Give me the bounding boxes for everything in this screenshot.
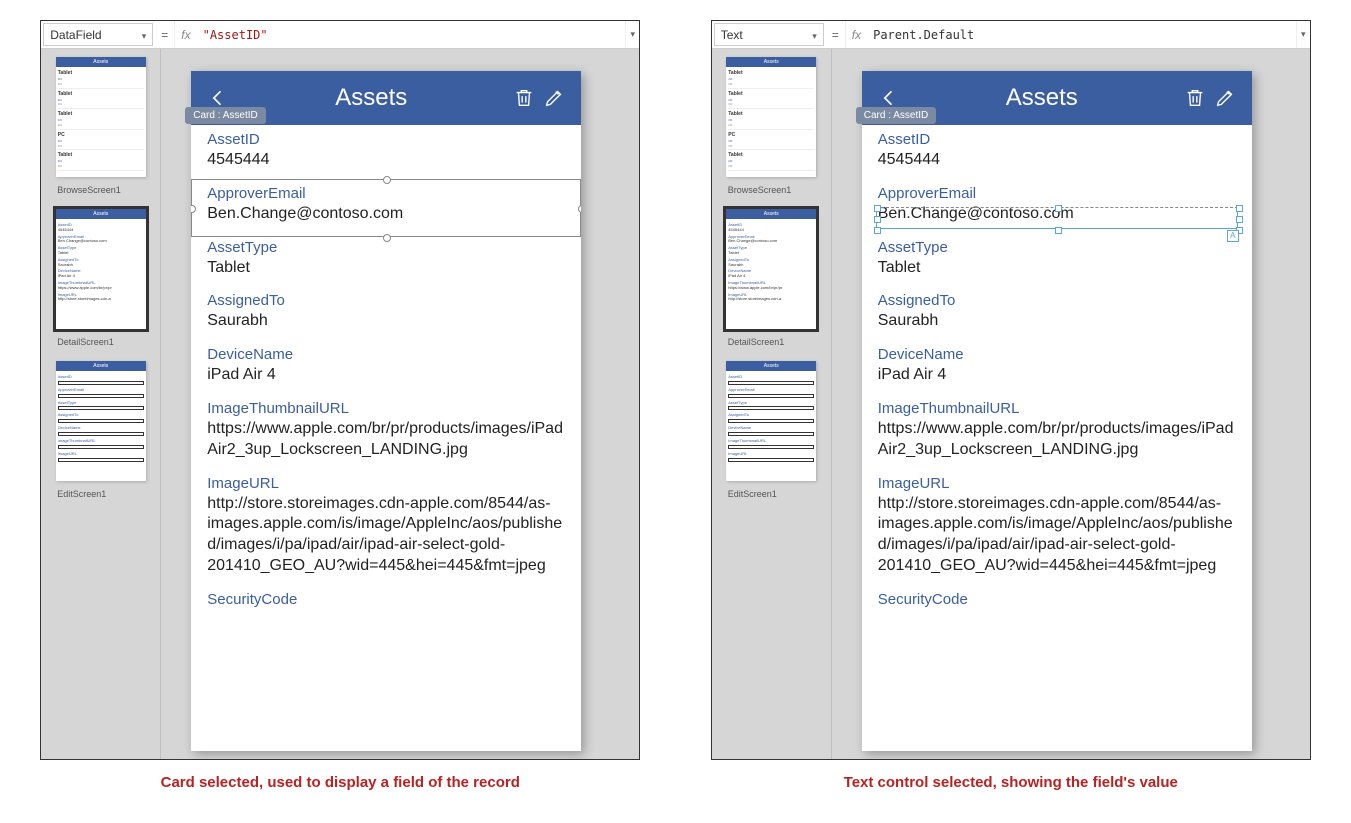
- field-value: Tablet: [878, 258, 1236, 279]
- field-label: ImageThumbnailURL: [207, 400, 565, 419]
- field-label: SecurityCode: [207, 591, 565, 610]
- field-label: AssetType: [878, 239, 1236, 258]
- field-card-SecurityCode[interactable]: SecurityCode: [862, 585, 1252, 618]
- phone-screen: Assets AssetID 4545444 ApproverEmail Ben…: [862, 71, 1252, 751]
- field-value: Saurabh: [207, 311, 565, 332]
- field-value: 4545444: [207, 150, 565, 171]
- selection-tag: Card : AssetID: [185, 107, 265, 124]
- field-label: DeviceName: [207, 346, 565, 365]
- formula-input[interactable]: Parent.Default: [867, 21, 1296, 48]
- field-card-AssetID[interactable]: AssetID 4545444: [862, 125, 1252, 179]
- edit-icon[interactable]: [1210, 87, 1240, 109]
- field-label: ImageURL: [878, 475, 1236, 494]
- thumb-EditScreen1[interactable]: Assets AssetIDApproverEmailAssetTypeAssi…: [56, 361, 146, 481]
- field-value: https://www.apple.com/br/pr/products/ima…: [207, 419, 565, 461]
- thumb-caption: DetailScreen1: [718, 335, 825, 355]
- formula-bar: DataField = fx "AssetID": [41, 21, 639, 49]
- field-label: SecurityCode: [878, 591, 1236, 610]
- thumb-DetailScreen1[interactable]: Assets AssetID4545444ApproverEmailBen.Ch…: [56, 209, 146, 329]
- editor-panel-right: Text = fx Parent.Default Assets Tablet••…: [711, 20, 1311, 760]
- field-value: Ben.Change@contoso.com: [207, 204, 565, 225]
- field-value: Tablet: [207, 258, 565, 279]
- trash-icon[interactable]: [1180, 87, 1210, 109]
- field-card-ImageURL[interactable]: ImageURL http://store.storeimages.cdn-ap…: [862, 469, 1252, 585]
- form-body: AssetID 4545444 ApproverEmail Ben.Change…: [862, 125, 1252, 751]
- field-card-ApproverEmail[interactable]: ApproverEmail Ben.Change@contoso.com: [191, 179, 581, 233]
- field-card-ImageThumbnailURL[interactable]: ImageThumbnailURL https://www.apple.com/…: [191, 394, 581, 469]
- field-card-DeviceName[interactable]: DeviceName iPad Air 4: [191, 340, 581, 394]
- chevron-down-icon: [1301, 29, 1306, 40]
- property-name: Text: [721, 28, 743, 42]
- field-value: http://store.storeimages.cdn-apple.com/8…: [207, 494, 565, 577]
- fx-label: fx: [174, 21, 196, 48]
- thumb-DetailScreen1[interactable]: Assets AssetID4545444ApproverEmailBen.Ch…: [726, 209, 816, 329]
- canvas[interactable]: Card : AssetID Assets AssetID 4545444 Ap…: [161, 49, 639, 759]
- property-select[interactable]: Text: [714, 23, 824, 46]
- equals-label: =: [155, 21, 174, 48]
- field-value: http://store.storeimages.cdn-apple.com/8…: [878, 494, 1236, 577]
- screen-thumbnail-rail: Assets Tablet••••••Tablet••••••Tablet•••…: [41, 49, 161, 759]
- trash-icon[interactable]: [509, 87, 539, 109]
- thumb-caption: BrowseScreen1: [718, 183, 825, 203]
- field-label: ImageThumbnailURL: [878, 400, 1236, 419]
- editor-panel-left: DataField = fx "AssetID" Assets Tablet••…: [40, 20, 640, 760]
- chevron-down-icon: [630, 29, 635, 40]
- screen-thumbnail-rail: Assets Tablet••••••Tablet••••••Tablet•••…: [712, 49, 832, 759]
- back-icon[interactable]: [874, 88, 904, 108]
- field-label: ApproverEmail: [878, 185, 1236, 204]
- field-value: https://www.apple.com/br/pr/products/ima…: [878, 419, 1236, 461]
- field-label: ImageURL: [207, 475, 565, 494]
- formula-bar: Text = fx Parent.Default: [712, 21, 1310, 49]
- field-card-AssignedTo[interactable]: AssignedTo Saurabh: [862, 286, 1252, 340]
- field-label: AssignedTo: [207, 292, 565, 311]
- field-value: 4545444: [878, 150, 1236, 171]
- thumb-caption: BrowseScreen1: [47, 183, 154, 203]
- field-label: ApproverEmail: [207, 185, 565, 204]
- field-value: iPad Air 4: [207, 365, 565, 386]
- field-label: AssignedTo: [878, 292, 1236, 311]
- chevron-down-icon: [812, 28, 817, 42]
- chevron-down-icon: [142, 28, 147, 42]
- field-label: AssetType: [207, 239, 565, 258]
- thumb-caption: EditScreen1: [718, 487, 825, 507]
- property-name: DataField: [50, 28, 101, 42]
- thumb-caption: EditScreen1: [47, 487, 154, 507]
- field-label: AssetID: [878, 131, 1236, 150]
- thumb-caption: DetailScreen1: [47, 335, 154, 355]
- field-label: DeviceName: [878, 346, 1236, 365]
- thumb-EditScreen1[interactable]: Assets AssetIDApproverEmailAssetTypeAssi…: [726, 361, 816, 481]
- field-card-AssetType[interactable]: AssetType Tablet: [862, 233, 1252, 287]
- canvas[interactable]: Card : AssetID Assets AssetID 4545444 Ap…: [832, 49, 1310, 759]
- field-card-AssetType[interactable]: AssetType Tablet: [191, 233, 581, 287]
- back-icon[interactable]: [203, 88, 233, 108]
- phone-screen: Assets AssetID 4545444 ApproverEmail Ben…: [191, 71, 581, 751]
- app-title: Assets: [904, 84, 1180, 112]
- equals-label: =: [826, 21, 845, 48]
- formula-dropdown[interactable]: [1296, 21, 1310, 48]
- app-title: Assets: [233, 84, 509, 112]
- thumb-BrowseScreen1[interactable]: Assets Tablet••••••Tablet••••••Tablet•••…: [56, 57, 146, 177]
- property-select[interactable]: DataField: [43, 23, 153, 46]
- field-value: Ben.Change@contoso.com: [878, 204, 1236, 225]
- edit-icon[interactable]: [539, 87, 569, 109]
- formula-dropdown[interactable]: [625, 21, 639, 48]
- field-label: AssetID: [207, 131, 565, 150]
- field-card-AssignedTo[interactable]: AssignedTo Saurabh: [191, 286, 581, 340]
- selection-tag: Card : AssetID: [856, 107, 936, 124]
- panel-caption: Text control selected, showing the field…: [844, 774, 1178, 791]
- field-value: Saurabh: [878, 311, 1236, 332]
- field-card-DeviceName[interactable]: DeviceName iPad Air 4: [862, 340, 1252, 394]
- field-card-ApproverEmail[interactable]: ApproverEmail Ben.Change@contoso.com: [862, 179, 1252, 233]
- field-card-ImageURL[interactable]: ImageURL http://store.storeimages.cdn-ap…: [191, 469, 581, 585]
- field-value: iPad Air 4: [878, 365, 1236, 386]
- fx-label: fx: [845, 21, 867, 48]
- thumb-BrowseScreen1[interactable]: Assets Tablet••••••Tablet••••••Tablet•••…: [726, 57, 816, 177]
- field-card-SecurityCode[interactable]: SecurityCode: [191, 585, 581, 618]
- form-body: AssetID 4545444 ApproverEmail Ben.Change…: [191, 125, 581, 751]
- formula-input[interactable]: "AssetID": [197, 21, 626, 48]
- field-card-ImageThumbnailURL[interactable]: ImageThumbnailURL https://www.apple.com/…: [862, 394, 1252, 469]
- panel-caption: Card selected, used to display a field o…: [161, 774, 520, 791]
- field-card-AssetID[interactable]: AssetID 4545444: [191, 125, 581, 179]
